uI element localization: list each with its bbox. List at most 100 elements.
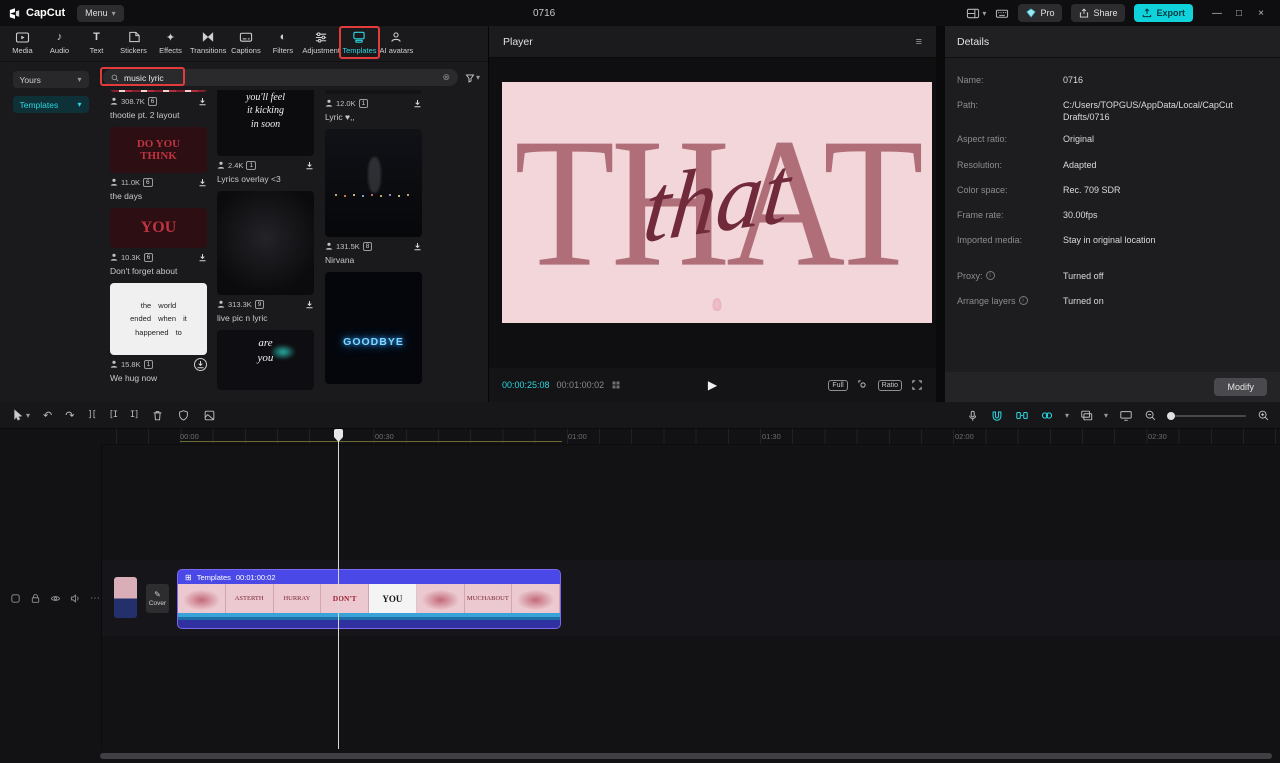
full-quality-button[interactable]: Full (828, 380, 847, 391)
link-clips-toggle-icon[interactable] (1040, 409, 1054, 422)
detail-row-path: Path: C:/Users/TOPGUS/AppData/Local/CapC… (957, 99, 1266, 123)
views-count: 308.7K (121, 97, 145, 106)
shortcuts-keyboard-icon[interactable] (995, 7, 1009, 20)
zoom-slider-knob[interactable] (1167, 412, 1175, 420)
auto-snap-toggle-icon[interactable] (1015, 409, 1029, 422)
ratio-button[interactable]: Ratio (878, 380, 902, 391)
templates-clip[interactable]: ⊞ Templates 00:01:00:02 ASTERTH HURRAY D… (178, 570, 560, 628)
record-voiceover-icon[interactable] (966, 409, 979, 423)
chevron-down-icon[interactable]: ▾ (1065, 411, 1069, 420)
trim-left-button[interactable]: [I (109, 410, 117, 420)
trim-right-button[interactable]: I] (130, 410, 138, 420)
play-button[interactable]: ▶ (708, 378, 717, 392)
lock-icon[interactable] (30, 593, 41, 604)
video-preview[interactable]: THAT that (502, 82, 932, 323)
download-icon[interactable] (194, 358, 207, 371)
menu-button[interactable]: Menu ▾ (77, 5, 124, 22)
tab-media[interactable]: Media (4, 30, 41, 55)
pro-badge[interactable]: Pro (1018, 4, 1062, 22)
info-icon[interactable]: i (1019, 296, 1028, 305)
template-label: Lyrics overlay <3 (217, 174, 314, 184)
template-thumbnail[interactable]: DO YOU THINK (110, 127, 207, 173)
tab-effects[interactable]: ✦ Effects (152, 30, 189, 55)
player-menu-icon[interactable]: ≡ (916, 36, 922, 48)
tab-transitions[interactable]: Transitions (189, 30, 227, 55)
magnet-snap-toggle-icon[interactable] (990, 409, 1004, 422)
undo-button[interactable]: ↶ (43, 409, 52, 422)
tab-templates[interactable]: Templates (341, 30, 378, 55)
clear-search-icon[interactable]: ⊗ (442, 72, 450, 83)
chevron-down-icon[interactable]: ▾ (1104, 411, 1108, 420)
filmstrip-frame: DON'T (321, 584, 369, 613)
zoom-out-icon[interactable] (1144, 409, 1157, 422)
tab-stickers[interactable]: Stickers (115, 30, 152, 55)
search-input[interactable] (124, 73, 437, 83)
audio-icon: ♪ (57, 30, 63, 44)
select-tool-button[interactable]: ▾ (12, 409, 30, 421)
download-icon[interactable] (305, 161, 314, 170)
more-options-icon[interactable]: ⋯ (90, 593, 100, 604)
export-button[interactable]: Export (1134, 4, 1193, 22)
download-icon[interactable] (413, 99, 422, 108)
download-icon[interactable] (198, 97, 207, 106)
track-media-thumbnail[interactable] (114, 577, 137, 618)
zoom-slider[interactable] (1168, 415, 1246, 417)
tab-label: Stickers (120, 46, 147, 55)
mute-speaker-icon[interactable] (70, 593, 81, 604)
template-stats: 11.0K 6 (110, 177, 207, 187)
overlay-crop-button[interactable] (203, 409, 216, 422)
zoom-in-icon[interactable] (1257, 409, 1270, 422)
timeline-toolbar: ▾ ↶ ↷ ][ [I I] ▾ ▾ (0, 402, 1280, 429)
tab-filters[interactable]: ◐ Filters (264, 30, 301, 55)
sidebar-item-yours[interactable]: Yours ▾ (13, 71, 89, 88)
mask-shield-button[interactable] (177, 409, 190, 422)
maximize-button[interactable]: □ (1228, 8, 1250, 19)
cover-button[interactable]: ✎ Cover (146, 584, 169, 613)
template-thumbnail[interactable]: GOODBYE (325, 272, 422, 384)
thumb-text: the world (130, 299, 187, 313)
views-count: 12.0K (336, 99, 356, 108)
info-icon[interactable]: i (986, 271, 995, 280)
focus-preview-icon[interactable] (857, 379, 869, 391)
template-thumbnail[interactable] (325, 90, 422, 94)
redo-button[interactable]: ↷ (65, 409, 74, 422)
download-icon[interactable] (413, 242, 422, 251)
tab-captions[interactable]: Captions (227, 30, 264, 55)
timeline-ruler[interactable]: 00:00 00:30 01:00 01:30 02:00 02:30 (101, 429, 1280, 445)
track-header-controls: ⋯ (10, 593, 100, 604)
download-icon[interactable] (198, 178, 207, 187)
detail-row-frame-rate: Frame rate: 30.00fps (957, 209, 1266, 221)
frame-view-icon[interactable] (612, 381, 620, 389)
delete-button[interactable] (151, 409, 164, 422)
template-thumbnail[interactable] (325, 129, 422, 237)
template-thumbnail[interactable]: YOU (110, 208, 207, 248)
download-icon[interactable] (305, 300, 314, 309)
sidebar-item-templates[interactable]: Templates ▾ (13, 96, 89, 113)
split-button[interactable]: ][ (87, 410, 95, 420)
template-stats: 308.7K 6 (110, 96, 207, 106)
tab-adjustment[interactable]: Adjustment (301, 30, 341, 55)
close-button[interactable]: × (1250, 8, 1272, 19)
tab-ai-avatars[interactable]: AI avatars (378, 30, 415, 55)
preview-script-word: that (639, 135, 795, 266)
download-icon[interactable] (198, 253, 207, 262)
screen-mirror-icon[interactable] (1119, 409, 1133, 422)
layout-panels-icon[interactable]: ▾ (966, 7, 986, 20)
tab-audio[interactable]: ♪ Audio (41, 30, 78, 55)
template-thumbnail[interactable]: you'll feel it kicking in soon (217, 90, 314, 156)
track-height-icon[interactable] (1080, 409, 1093, 422)
fullscreen-icon[interactable] (911, 379, 923, 391)
share-button[interactable]: Share (1071, 4, 1125, 22)
template-thumbnail[interactable]: the world ended when it happened to (110, 283, 207, 355)
detail-row-proxy: Proxy: i Turned off (957, 270, 1266, 282)
horizontal-scrollbar[interactable] (100, 753, 1272, 759)
template-thumbnail[interactable] (110, 90, 207, 92)
template-thumbnail[interactable] (217, 191, 314, 295)
minimize-button[interactable]: — (1206, 8, 1228, 19)
filter-button[interactable]: ▾ (465, 73, 480, 83)
track-thumbnail-toggle-icon[interactable] (10, 593, 21, 604)
modify-button[interactable]: Modify (1214, 378, 1267, 396)
eye-icon[interactable] (50, 593, 61, 604)
template-thumbnail[interactable]: are you (217, 330, 314, 390)
tab-text[interactable]: T Text (78, 30, 115, 55)
